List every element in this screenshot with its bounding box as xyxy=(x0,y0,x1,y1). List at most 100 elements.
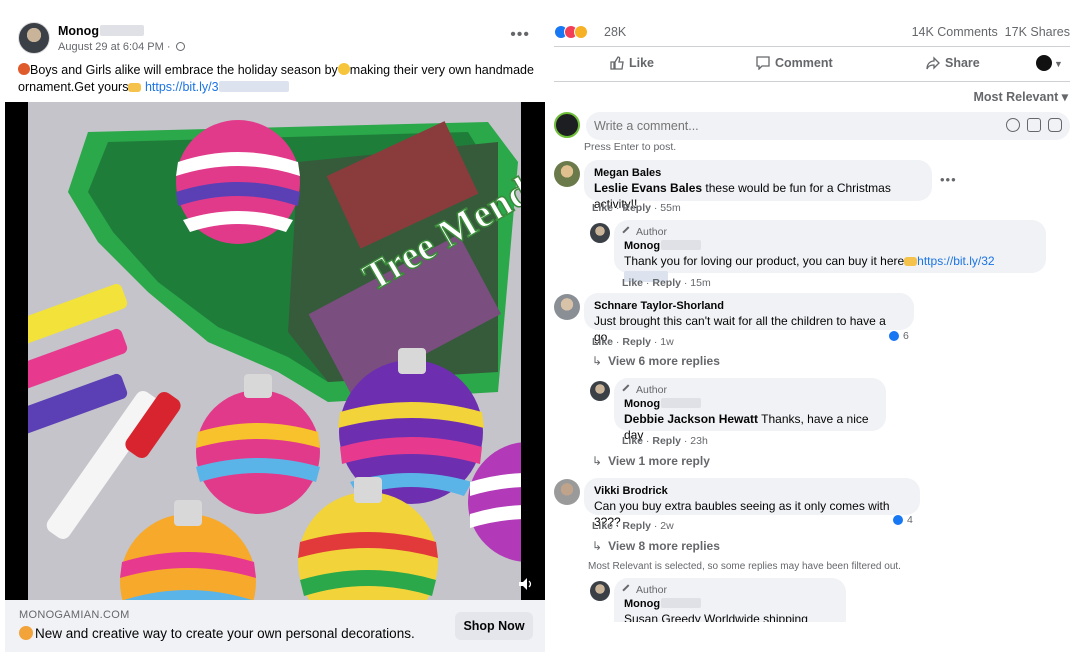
reply-bubble: Author Monog Thank you for loving our pr… xyxy=(614,220,1046,282)
reply-like-link[interactable]: Like xyxy=(622,277,643,289)
tagged-user[interactable]: Leslie Evans Bales xyxy=(594,181,702,195)
smile-emoji-icon xyxy=(337,63,350,75)
page-name[interactable]: Monog xyxy=(58,24,144,38)
chevron-down-icon: ▼ xyxy=(1054,59,1063,69)
comment-reply-link[interactable]: Reply xyxy=(622,336,651,348)
like-reaction-icon xyxy=(888,330,900,343)
shop-now-button[interactable]: Shop Now xyxy=(455,612,533,640)
reply-author-name[interactable]: Monog xyxy=(624,239,1036,253)
comment-like-link[interactable]: Like xyxy=(592,520,613,532)
author-badge: Author xyxy=(622,384,876,397)
reply-bubble: Author Monog Susan Greedy Worldwide ship… xyxy=(614,578,846,622)
commenter-name[interactable]: Vikki Brodrick xyxy=(594,484,910,498)
comment-actions: Like · Reply · 1w xyxy=(592,336,674,348)
camera-icon[interactable] xyxy=(1027,118,1041,132)
post-timestamp[interactable]: August 29 at 6:04 PM · xyxy=(58,41,185,53)
comment-icon xyxy=(756,56,770,71)
reply-arrow-icon: ↳ xyxy=(592,539,603,553)
comment-time[interactable]: 2w xyxy=(660,520,673,532)
view-more-replies[interactable]: ↳ View 8 more replies xyxy=(592,539,720,553)
author-reply-avatar[interactable] xyxy=(590,581,610,601)
reaction-count[interactable]: 28K xyxy=(604,25,626,39)
product-photo: Tree Mendous xyxy=(28,102,521,600)
link-domain: MONOGAMIAN.COM xyxy=(19,609,130,621)
author-badge: Author xyxy=(622,584,836,597)
commenter-avatar[interactable] xyxy=(554,161,580,187)
comment-actions: Like · Reply · 55m xyxy=(592,202,681,214)
reply-actions: Like · Reply · 15m xyxy=(622,277,711,289)
pencil-icon xyxy=(622,584,634,596)
author-reply-avatar[interactable] xyxy=(590,223,610,243)
reply-actions: Like · Reply · 23h xyxy=(622,435,708,447)
action-bar: Like Comment Share ▼ xyxy=(554,46,1070,82)
heart-eyes-emoji-icon xyxy=(19,626,33,640)
reply-arrow-icon: ↳ xyxy=(592,454,603,468)
redacted-name xyxy=(661,398,702,408)
link-preview[interactable]: MONOGAMIAN.COM New and creative way to c… xyxy=(5,600,545,652)
link-title[interactable]: New and creative way to create your own … xyxy=(19,626,415,641)
comment-composer[interactable] xyxy=(586,112,1070,140)
author-reply-avatar[interactable] xyxy=(590,381,610,401)
reply-time[interactable]: 15m xyxy=(690,277,710,289)
view-more-replies[interactable]: ↳ View 6 more replies xyxy=(592,354,720,368)
reply-reply-link[interactable]: Reply xyxy=(652,435,681,447)
comment-count[interactable]: 14K Comments xyxy=(912,25,998,39)
reply-time[interactable]: 23h xyxy=(690,435,708,447)
comment-reply-link[interactable]: Reply xyxy=(622,202,651,214)
comment-button[interactable]: Comment xyxy=(756,56,833,71)
comment-options-icon[interactable]: ••• xyxy=(940,172,957,187)
commenter-name[interactable]: Megan Bales xyxy=(594,166,922,180)
commenter-avatar[interactable] xyxy=(554,294,580,320)
composer-icons xyxy=(999,118,1062,137)
share-icon xyxy=(926,56,940,70)
post-header: Monog August 29 at 6:04 PM · ••• xyxy=(18,22,538,58)
sort-dropdown[interactable]: Most Relevant ▾ xyxy=(974,89,1069,104)
globe-icon xyxy=(175,42,185,51)
reaction-icons[interactable] xyxy=(554,24,588,39)
redacted-name xyxy=(661,598,702,608)
thumbs-up-icon xyxy=(610,56,624,70)
pencil-icon xyxy=(622,384,634,396)
composer-hint: Press Enter to post. xyxy=(584,141,677,153)
sticker-icon[interactable] xyxy=(1048,118,1062,132)
comment-time[interactable]: 1w xyxy=(660,336,673,348)
share-button[interactable]: Share xyxy=(926,56,980,70)
engagement-stats: 28K 14K Comments 17K Shares xyxy=(554,24,1070,42)
comment-like-link[interactable]: Like xyxy=(592,202,613,214)
comment-bubble: Megan Bales Leslie Evans Bales these wou… xyxy=(584,160,932,211)
comment-input[interactable] xyxy=(586,112,966,140)
tagged-user[interactable]: Debbie Jackson Hewatt xyxy=(624,412,758,426)
comment-reactions[interactable]: 4 xyxy=(892,514,913,527)
view-more-replies[interactable]: ↳ View 1 more reply xyxy=(592,454,710,468)
comment-time[interactable]: 55m xyxy=(660,202,680,214)
page-avatar[interactable] xyxy=(18,22,50,54)
comment-like-link[interactable]: Like xyxy=(592,336,613,348)
post-card: Monog August 29 at 6:04 PM · ••• Boys an… xyxy=(0,0,548,652)
commenter-name[interactable]: Schnare Taylor-Shorland xyxy=(594,299,904,313)
comment-reactions[interactable]: 6 xyxy=(888,330,909,343)
share-count[interactable]: 17K Shares xyxy=(1005,25,1070,39)
reply-link[interactable]: https://bit.ly/32 xyxy=(917,254,994,268)
comment-bubble: Vikki Brodrick Can you buy extra baubles… xyxy=(584,478,920,529)
commenter-avatar[interactable] xyxy=(554,479,580,505)
emoji-icon[interactable] xyxy=(1006,118,1020,132)
profile-selector[interactable]: ▼ xyxy=(1036,55,1063,71)
like-button[interactable]: Like xyxy=(610,56,654,70)
author-badge: Author xyxy=(622,226,1036,239)
reply-reply-link[interactable]: Reply xyxy=(652,277,681,289)
reply-author-name[interactable]: Monog xyxy=(624,397,876,411)
current-user-avatar[interactable] xyxy=(554,112,580,138)
comment-reply-link[interactable]: Reply xyxy=(622,520,651,532)
post-video[interactable]: Tree Mendous xyxy=(5,102,545,600)
redacted-name xyxy=(99,25,144,36)
comment-actions: Like · Reply · 2w xyxy=(592,520,674,532)
post-options-icon[interactable]: ••• xyxy=(510,26,530,44)
post-text: Boys and Girls alike will embrace the ho… xyxy=(18,63,534,94)
reply-author-name[interactable]: Monog xyxy=(624,597,836,611)
wow-reaction-icon xyxy=(574,24,588,39)
pencil-icon xyxy=(622,226,634,238)
reply-like-link[interactable]: Like xyxy=(622,435,643,447)
comments-panel: 28K 14K Comments 17K Shares Like Comment… xyxy=(548,0,1080,652)
volume-icon[interactable] xyxy=(519,578,533,590)
post-link[interactable]: https://bit.ly/3 xyxy=(145,80,219,94)
